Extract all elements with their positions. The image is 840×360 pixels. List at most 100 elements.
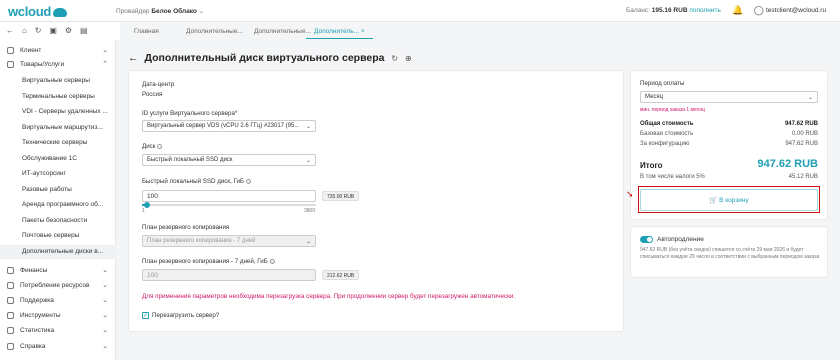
chevron-down-icon: ⌄	[305, 124, 311, 130]
close-icon[interactable]: ×	[361, 28, 365, 35]
user-icon[interactable]: ◯	[754, 5, 764, 15]
disk-select[interactable]: Быстрый локальный SSD диск ⌄	[142, 154, 316, 166]
sidebar-subitem-8[interactable]: Аренда программного об...	[0, 198, 116, 212]
sidebar-subitem-0[interactable]: Виртуальные серверы	[0, 74, 116, 88]
autorenew-toggle[interactable]	[640, 236, 653, 243]
sidebar-item-4[interactable]: Поддержка ⌄	[0, 294, 116, 308]
section-icon	[7, 282, 14, 289]
chevron-icon: ⌄	[102, 47, 108, 54]
sidebar-subitem-10[interactable]: Почтовые серверы	[0, 229, 116, 243]
globe-icon[interactable]: ⊕	[405, 54, 412, 63]
home-icon[interactable]: ⌂	[22, 26, 27, 35]
sidebar-item-label: Товары/Услуги	[20, 61, 65, 68]
sidebar-item-7[interactable]: Справка ⌄	[0, 340, 116, 354]
tab-bar: Главная Дополнительные... Дополнительные…	[120, 22, 840, 40]
provider-selector[interactable]: Провайдер Белое Облако ⌄	[116, 7, 204, 15]
sidebar-subitem-4[interactable]: Технические серверы	[0, 136, 116, 150]
size-input[interactable]: 100	[142, 190, 316, 202]
sidebar-item-3[interactable]: Потребление ресурсов ⌄	[0, 279, 116, 293]
chevron-down-icon: ⌄	[198, 8, 205, 15]
help-icon[interactable]: ?	[216, 312, 219, 319]
section-icon	[7, 343, 14, 350]
tab-additional-1[interactable]: Дополнительные...	[178, 25, 251, 39]
sidebar-item-label: Поддержка	[20, 297, 54, 304]
help-icon[interactable]: ?	[269, 258, 275, 265]
sidebar-subitem-3[interactable]: Виртуальные маршрутиз...	[0, 121, 116, 135]
section-icon	[7, 297, 14, 304]
sidebar-subitem-6[interactable]: ИТ-аутсорсинг	[0, 167, 116, 181]
disk-label: Диск?	[142, 143, 163, 150]
sidebar-subitem-11[interactable]: Дополнительные диски в...	[0, 244, 116, 259]
gear-icon[interactable]: ⚙	[65, 26, 72, 35]
balance: Баланс: 195.16 RUB пополнить	[626, 7, 721, 14]
reboot-checkbox[interactable]: ✓	[142, 312, 149, 319]
sidebar-item-label: Статистика	[20, 327, 55, 334]
sidebar-item-label: Клиент	[20, 47, 42, 54]
base-cost-label: Базовая стоимость	[640, 131, 694, 137]
sidebar-subitem-2[interactable]: VDI - Серверы удаленных ...	[0, 105, 116, 119]
back-icon[interactable]: ←	[6, 26, 14, 35]
chevron-icon: ⌃	[102, 61, 108, 68]
cart-icon: 🛒	[709, 197, 718, 204]
period-select[interactable]: Месяц ⌄	[640, 91, 818, 103]
user-email[interactable]: testclient@wcloud.ru	[766, 7, 826, 14]
cart-icon[interactable]: ▣	[49, 26, 57, 35]
chevron-icon: ⌄	[102, 312, 108, 319]
sidebar-item-6[interactable]: Статистика ⌄	[0, 324, 116, 338]
autorenew-description: 947.62 RUB (без учёта скидок) спишется с…	[640, 247, 820, 260]
datacenter-value: Россия	[142, 91, 163, 98]
help-icon[interactable]: ?	[246, 178, 252, 185]
refresh-icon[interactable]: ↻	[35, 26, 42, 35]
sidebar-item-label: Потребление ресурсов	[20, 282, 90, 289]
toolbar: ← ⌂ ↻ ▣ ⚙ ▤	[0, 22, 120, 40]
slider-max: 3800	[304, 208, 316, 214]
autorenew-label: Автопродление	[657, 236, 704, 243]
sidebar-subitem-1[interactable]: Терминальные серверы	[0, 90, 116, 104]
size-price: 735.00 RUB	[322, 191, 360, 201]
period-hint: мин. период заказа 1 месяц	[640, 107, 705, 113]
sidebar-item-label: Финансы	[20, 267, 48, 274]
bell-icon[interactable]: 🔔	[732, 5, 743, 15]
config-cost-value: 947.62 RUB	[785, 141, 818, 147]
sidebar-item-5[interactable]: Инструменты ⌄	[0, 309, 116, 323]
help-icon[interactable]: ?	[157, 143, 163, 150]
section-icon	[7, 327, 14, 334]
reboot-label[interactable]: Перезагрузить сервер?	[152, 312, 219, 319]
slider-thumb[interactable]	[143, 201, 150, 208]
tab-home[interactable]: Главная	[126, 25, 167, 39]
slider-min: 1	[142, 208, 145, 214]
refresh-icon[interactable]: ↻	[391, 54, 398, 63]
backup7-input[interactable]: 100	[142, 269, 316, 281]
backup-label: План резервного копирования	[142, 224, 230, 231]
chevron-down-icon: ⌄	[807, 95, 813, 101]
grand-total-label: Итого	[640, 161, 663, 170]
period-label: Период оплаты	[640, 80, 685, 87]
size-slider[interactable]	[142, 201, 316, 208]
add-to-cart-button[interactable]: 🛒 В корзину	[640, 189, 818, 211]
sidebar-subitem-5[interactable]: Обслуживание 1С	[0, 152, 116, 166]
base-cost-value: 0.00 RUB	[791, 131, 818, 137]
sidebar-subitem-7[interactable]: Разовые работы	[0, 183, 116, 197]
sidebar-item-0[interactable]: Клиент ⌄	[0, 44, 116, 58]
sidebar-item-label: Справка	[20, 343, 46, 350]
size-label: Быстрый локальный SSD диск, ГиБ?	[142, 178, 252, 185]
sidebar-subitem-9[interactable]: Пакеты безопасности	[0, 214, 116, 228]
tax-value: 45.12 RUB	[788, 174, 818, 180]
sidebar-item-1[interactable]: Товары/Услуги ⌃	[0, 58, 116, 72]
tab-additional-active[interactable]: Дополнитель... ×	[306, 25, 373, 39]
chart-icon[interactable]: ▤	[80, 26, 88, 35]
section-icon	[7, 267, 14, 274]
backup7-label: План резервного копирования - 7 дней, Ги…	[142, 258, 275, 265]
sidebar-item-2[interactable]: Финансы ⌄	[0, 264, 116, 278]
sidebar-item-label: Инструменты	[20, 312, 61, 319]
section-icon	[7, 47, 14, 54]
reboot-warning: Для применения параметров необходима пер…	[142, 293, 516, 300]
chevron-icon: ⌄	[102, 343, 108, 350]
back-arrow-icon[interactable]: ←	[128, 52, 139, 64]
logo[interactable]: wcloud	[8, 4, 67, 19]
service-select[interactable]: Виртуальный сервер VDS (vCPU 2.6 ГГц) #2…	[142, 120, 316, 132]
backup-select[interactable]: План резервного копирования - 7 дней ⌄	[142, 235, 316, 247]
datacenter-label: Дата-центр	[142, 81, 175, 88]
topup-link[interactable]: пополнить	[689, 7, 721, 14]
config-cost-label: За конфигурацию	[640, 141, 690, 147]
